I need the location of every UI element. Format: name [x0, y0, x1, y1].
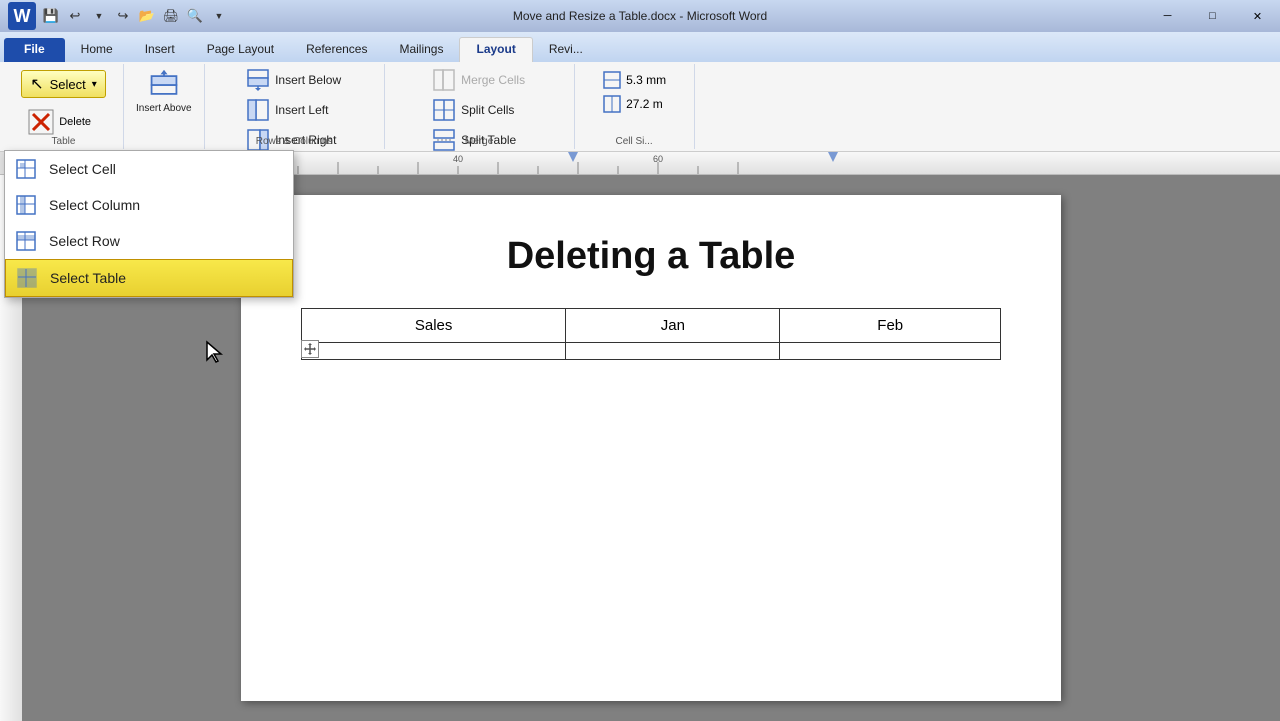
- tab-references[interactable]: References: [290, 38, 383, 62]
- insert-left-icon: [247, 99, 269, 121]
- select-table-label: Select Table: [50, 270, 126, 286]
- insert-below-label: Insert Below: [275, 73, 341, 87]
- table-header-jan: Jan: [566, 309, 780, 343]
- table-move-handle[interactable]: [301, 340, 319, 358]
- insert-left-button[interactable]: Insert Left: [239, 96, 336, 124]
- window-controls: ─ □ ✕: [1145, 0, 1280, 32]
- ribbon-group-rows-columns: Insert Below Insert Left: [205, 64, 385, 149]
- delete-button[interactable]: Delete: [21, 106, 97, 138]
- tab-insert[interactable]: Insert: [129, 38, 191, 62]
- rows-columns-group-label: Rows & Columns: [205, 136, 384, 147]
- dropdown-item-select-table[interactable]: Select Table: [5, 259, 293, 297]
- delete-label: Delete: [59, 116, 91, 128]
- svg-text:40: 40: [453, 154, 463, 164]
- insert-left-label: Insert Left: [275, 103, 328, 117]
- table-cell: [566, 343, 780, 360]
- table-cell: [780, 343, 1001, 360]
- split-cells-label: Split Cells: [461, 103, 514, 117]
- cell-height-value: 5.3 mm: [626, 73, 666, 87]
- insert-below-button[interactable]: Insert Below: [239, 66, 349, 94]
- open-button[interactable]: 📂: [136, 5, 158, 27]
- ribbon-group-insert-above: Insert Above: [124, 64, 205, 149]
- table-header-sales: Sales: [302, 309, 566, 343]
- split-cells-icon: [433, 99, 455, 121]
- undo-button[interactable]: ↩: [64, 5, 86, 27]
- cell-height-control: 5.3 mm: [602, 66, 666, 90]
- title-bar: W 💾 ↩ ▼ ↪ 📂 🖨 🔍 ▼ Move and Resize a Tabl…: [0, 0, 1280, 32]
- page-title: Deleting a Table: [301, 235, 1001, 278]
- tab-file[interactable]: File: [4, 38, 65, 62]
- select-chevron-icon: ▾: [92, 79, 97, 90]
- tab-layout[interactable]: Layout: [459, 37, 532, 62]
- document-table: Sales Jan Feb: [301, 308, 1001, 360]
- cell-width-icon: [602, 94, 622, 114]
- delete-icon: [27, 108, 55, 136]
- insert-above-label: Insert Above: [136, 103, 192, 114]
- insert-above-button[interactable]: Insert Above: [130, 66, 198, 117]
- dropdown-item-select-column[interactable]: Select Column: [5, 187, 293, 223]
- page-content: Deleting a Table Sales Jan Feb: [241, 195, 1061, 701]
- select-cell-label: Select Cell: [49, 161, 116, 177]
- table-header-feb: Feb: [780, 309, 1001, 343]
- ribbon-group-merge: Merge Cells Split Cells: [385, 64, 575, 149]
- qat-dropdown-button[interactable]: ▼: [208, 5, 230, 27]
- cell-width-value: 27.2 m: [626, 97, 663, 111]
- select-cell-icon: [15, 158, 37, 180]
- select-table-icon: [16, 267, 38, 289]
- window-title: Move and Resize a Table.docx - Microsoft…: [513, 9, 767, 23]
- undo-dropdown-button[interactable]: ▼: [88, 5, 110, 27]
- print-preview-button[interactable]: 🔍: [184, 5, 206, 27]
- select-label: Select: [50, 77, 86, 92]
- table-header-row: Sales Jan Feb: [302, 309, 1001, 343]
- quick-access-toolbar: 💾 ↩ ▼ ↪ 📂 🖨 🔍 ▼: [40, 5, 230, 27]
- tab-home[interactable]: Home: [65, 38, 129, 62]
- close-button[interactable]: ✕: [1235, 0, 1280, 32]
- ribbon-tabs: File Home Insert Page Layout References …: [0, 32, 1280, 62]
- insert-below-icon: [247, 69, 269, 91]
- svg-text:60: 60: [653, 154, 663, 164]
- select-row-icon: [15, 230, 37, 252]
- ribbon-content: ↖ Select ▾ Delete Table: [0, 62, 1280, 152]
- redo-button[interactable]: ↪: [112, 5, 134, 27]
- table-cell: [302, 343, 566, 360]
- split-cells-button[interactable]: Split Cells: [425, 96, 522, 124]
- tab-review[interactable]: Revi...: [533, 38, 599, 62]
- print-button[interactable]: 🖨: [160, 5, 182, 27]
- ribbon-group-table: ↖ Select ▾ Delete Table: [4, 64, 124, 149]
- merge-cells-label: Merge Cells: [461, 73, 525, 87]
- select-icon: ↖: [30, 74, 43, 94]
- cell-size-group-label: Cell Si...: [575, 136, 694, 147]
- tab-page-layout[interactable]: Page Layout: [191, 38, 290, 62]
- select-dropdown-button[interactable]: ↖ Select ▾: [21, 70, 106, 98]
- cell-width-control: 27.2 m: [602, 94, 663, 114]
- merge-group-label: Merge: [385, 136, 574, 147]
- dropdown-item-select-cell[interactable]: Select Cell: [5, 151, 293, 187]
- insert-above-icon: [148, 69, 180, 101]
- merge-cells-icon: [433, 69, 455, 91]
- tab-mailings[interactable]: Mailings: [383, 38, 459, 62]
- merge-cells-button[interactable]: Merge Cells: [425, 66, 533, 94]
- cell-height-icon: [602, 70, 622, 90]
- restore-button[interactable]: □: [1190, 0, 1235, 32]
- select-column-icon: [15, 194, 37, 216]
- save-button[interactable]: 💾: [40, 5, 62, 27]
- table-group-label: Table: [4, 136, 123, 147]
- select-column-label: Select Column: [49, 197, 140, 213]
- select-dropdown-menu: Select Cell Select Column: [4, 150, 294, 298]
- table-row: [302, 343, 1001, 360]
- select-row-label: Select Row: [49, 233, 120, 249]
- app-icon: W: [8, 2, 36, 30]
- minimize-button[interactable]: ─: [1145, 0, 1190, 32]
- ribbon-group-cell-size: 5.3 mm 27.2 m Cell Si...: [575, 64, 695, 149]
- dropdown-item-select-row[interactable]: Select Row: [5, 223, 293, 259]
